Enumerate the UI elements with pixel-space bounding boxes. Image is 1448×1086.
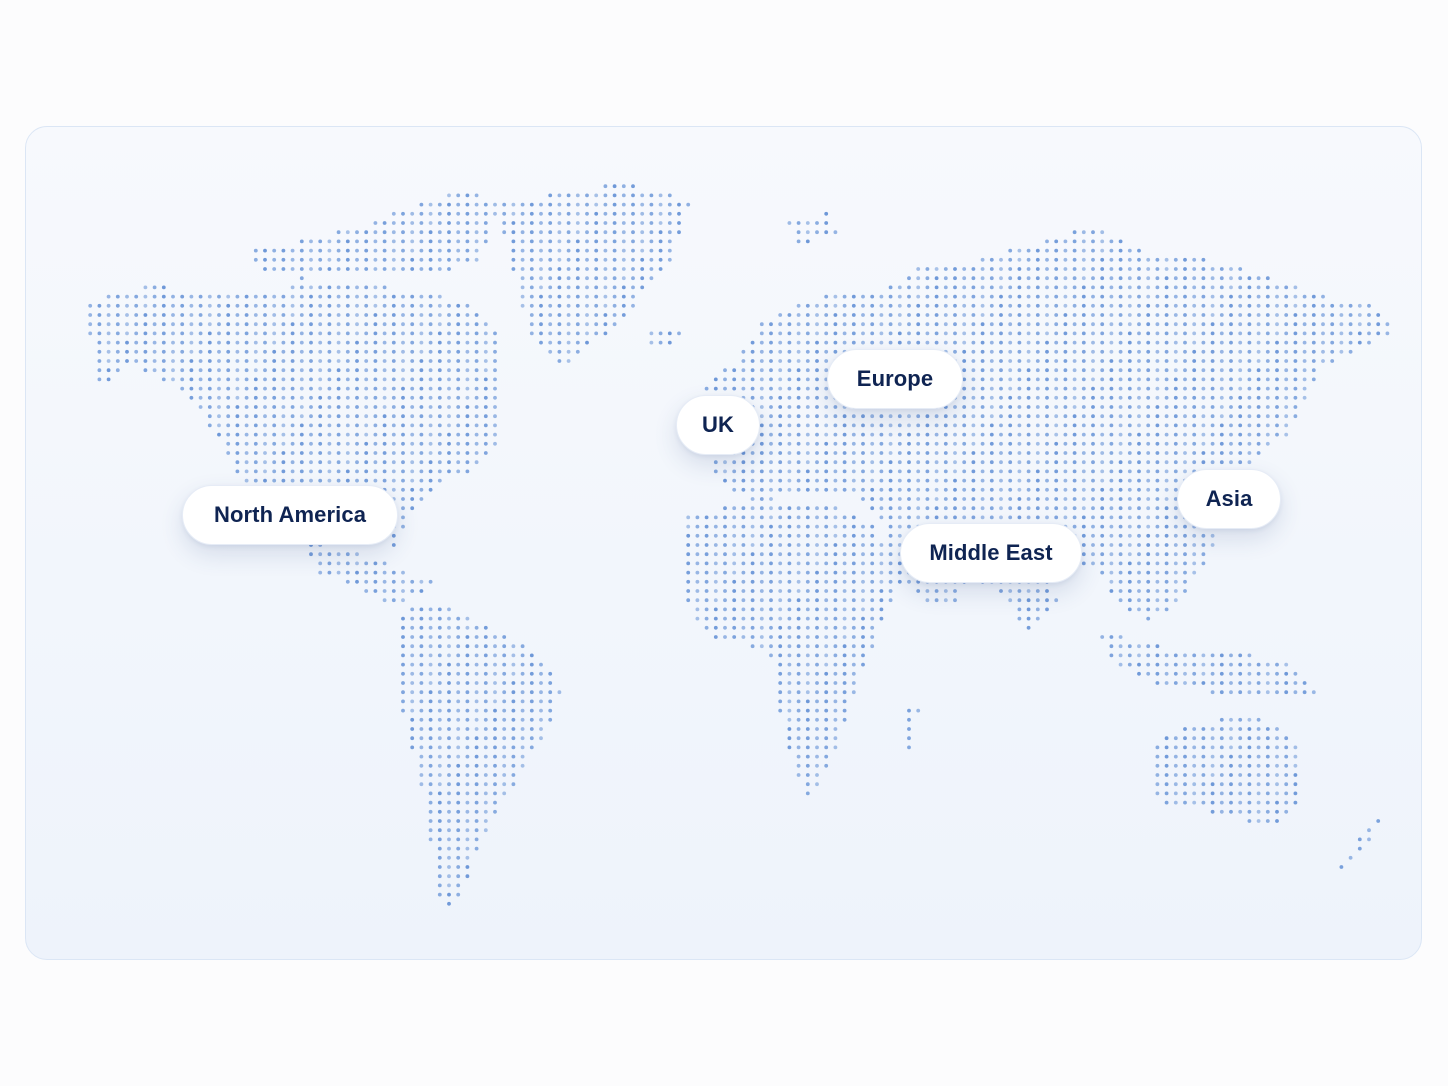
- world-map-card: North America UK Europe Middle East Asia: [25, 126, 1422, 960]
- region-label-asia[interactable]: Asia: [1177, 469, 1281, 529]
- region-label-north-america[interactable]: North America: [182, 485, 398, 545]
- region-label-middle-east[interactable]: Middle East: [900, 523, 1082, 583]
- region-label-europe[interactable]: Europe: [827, 349, 963, 409]
- region-label-uk[interactable]: UK: [676, 395, 760, 455]
